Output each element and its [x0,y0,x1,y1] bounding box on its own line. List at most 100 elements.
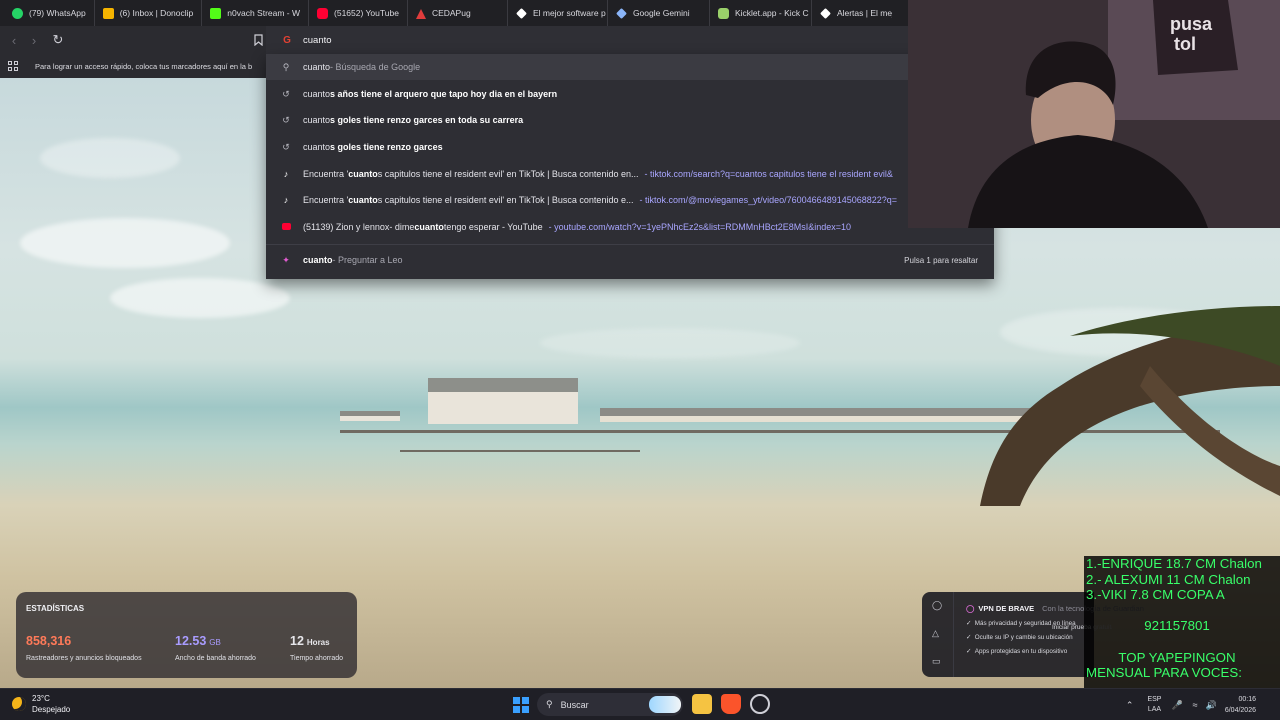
youtube-icon [280,222,292,232]
suggestion-url: - tiktok.com/search?q=cuantos capitulos … [644,169,893,179]
bookmark-icon[interactable] [248,30,268,50]
svg-text:tol: tol [1174,34,1196,54]
apps-grid-icon[interactable] [8,61,18,71]
stats-title: ESTADÍSTICAS [26,604,85,613]
tab-alertas[interactable]: Alertas | El mejo [812,0,892,26]
suggestion-tiktok[interactable]: ♪ Encuentra ' cuanto s capitulos tiene el … [266,187,994,213]
language-indicator[interactable]: ESP LAA [1147,695,1161,715]
suggestion-tiktok[interactable]: ♪ Encuentra ' cuanto s capitulos tiene el … [266,161,994,187]
overlay-line [1086,603,1280,619]
cedapug-icon [415,8,426,19]
suggestion-text: Encuentra ' [303,195,349,205]
tab-kick-stream[interactable]: n0vach Stream - W [202,0,310,26]
overlay-line: TOP YAPEPINGON [1118,649,1236,665]
suggestion-match: cuanto [348,169,378,179]
suggestion-history[interactable]: ↺ cuanto s goles tiene renzo garces en to… [266,107,994,133]
search-icon: ⚲ [546,699,553,709]
warning-icon[interactable]: △ [932,628,939,639]
kicklet-icon [717,7,729,19]
desktop-screen: (79) WhatsApp (6) Inbox | Donoclip n0vac… [0,0,1280,720]
vpn-bullet-text: Apps protegidas en tu dispositivo [974,648,1068,655]
tiktok-icon: ♪ [283,169,289,179]
suggestion-text: (51139) Zion y lennox- dime [303,222,415,232]
address-bar[interactable]: G [266,26,910,54]
suggestion-text: cuanto [303,142,331,152]
stat-unit: GB [209,638,221,647]
search-highlight-icon [649,696,681,713]
screen-icon[interactable]: ▭ [932,656,941,667]
search-icon: ⚲ [282,61,290,72]
microphone-icon[interactable]: 🎤 [1171,700,1182,711]
kick-icon [210,7,222,19]
suggestion-type: - Búsqueda de Google [330,62,421,72]
brave-browser-icon[interactable] [721,694,741,714]
suggestion-text: Encuentra ' [303,169,349,179]
taskbar-search[interactable]: ⚲ Buscar [537,693,683,716]
stat-value: 12.53 [175,634,207,648]
tab-whatsapp[interactable]: (79) WhatsApp [4,0,95,26]
wifi-icon[interactable]: ≈ [1193,700,1198,710]
tab-kicklet[interactable]: Kicklet.app - Kick C [710,0,812,26]
stat-bandwidth: 12.53 GB Ancho de banda ahorrado [175,632,256,662]
lang-code: ESP [1147,696,1162,703]
shield-icon[interactable]: ◯ [932,600,942,611]
tab-donoclip[interactable]: (6) Inbox | Donoclip [95,0,203,26]
suggestion-match: cuanto [414,222,444,232]
clock-time: 00:16 [1238,696,1256,703]
tab-label: (51652) YouTube [334,8,399,18]
webcam-feed: pusa tol [908,0,1280,228]
history-icon: ↺ [282,114,290,125]
history-icon: ↺ [282,141,290,152]
divider [266,244,994,245]
system-tray: ⌃ ESP LAA 🎤 ≈ 🔊 00:16 6/04/2026 [1126,689,1280,720]
tab-strip: (79) WhatsApp (6) Inbox | Donoclip n0vac… [0,0,910,26]
suggestion-text: tengo esperar - YouTube [443,222,543,232]
forward-icon[interactable]: › [24,30,44,50]
stat-value: 858,316 [26,634,72,648]
tab-label: (79) WhatsApp [29,8,86,18]
clock[interactable]: 00:16 6/04/2026 [1225,694,1256,716]
windows-start-icon[interactable] [513,697,529,713]
suggestion-leo[interactable]: ✦ cuanto - Preguntar a Leo Pulsa 1 para … [266,247,994,273]
suggestion-youtube[interactable]: (51139) Zion y lennox- dime cuanto tengo… [266,214,994,240]
vpn-logo-icon: ◯ [966,604,975,613]
suggestion-match: cuanto [348,195,378,205]
diamond-icon [515,7,527,19]
obs-icon[interactable] [750,694,770,714]
stat-unit: Horas [306,638,330,647]
tab-software[interactable]: El mejor software p [508,0,608,26]
tab-cedapug[interactable]: CEDAPug [408,0,508,26]
overlay-line: 1.-ENRIQUE 18.7 CM Chalon [1086,556,1262,571]
suggestion-text: s capitulos tiene el resident evil' en T… [377,195,634,205]
tab-label: Kicklet.app - Kick C [734,8,809,18]
taskbar: 23°C Despejado ⚲ Buscar ⌃ ESP LAA 🎤 ≈ 🔊 … [0,688,1280,720]
leo-icon: ✦ [282,254,290,265]
omnibox-input[interactable] [303,34,603,46]
suggestion-history[interactable]: ↺ cuanto s años tiene el arquero que tapo… [266,81,994,107]
overlay-line: 3.-VIKI 7.8 CM COPA A [1086,587,1225,603]
webcam-overlay: pusa tol [908,0,1280,228]
vpn-bullet: ✓ Apps protegidas en tu dispositivo [966,648,1068,655]
tab-gemini[interactable]: Google Gemini [608,0,710,26]
reload-icon[interactable]: ↻ [48,30,68,50]
suggestion-text: cuanto [303,255,333,265]
weather-widget[interactable]: 23°C Despejado [12,693,70,715]
suggestion-history[interactable]: ↺ cuanto s goles tiene renzo garces [266,134,994,160]
tab-youtube[interactable]: (51652) YouTube [309,0,408,26]
volume-icon[interactable]: 🔊 [1206,700,1217,711]
tree-decoration [980,306,1280,506]
tiktok-icon: ♪ [283,195,289,205]
overlay-line: 2.- ALEXUMI 11 CM Chalon [1086,571,1251,587]
suggestion-completion: s años tiene el arquero que tapo hoy dia… [330,89,558,99]
back-icon[interactable]: ‹ [4,30,24,50]
weather-desc: Despejado [32,705,71,714]
chevron-up-icon[interactable]: ⌃ [1126,700,1134,711]
suggestion-search[interactable]: ⚲ cuanto - Búsqueda de Google [266,54,994,80]
bookmarks-bar: Para lograr un acceso rápido, coloca tus… [0,54,266,78]
whatsapp-icon [12,7,23,19]
file-explorer-icon[interactable] [692,694,712,714]
overlay-line [1086,634,1280,650]
tab-label: n0vach Stream - W [227,8,301,18]
tab-label: Google Gemini [632,8,690,18]
suggestion-text: cuanto [303,115,331,125]
